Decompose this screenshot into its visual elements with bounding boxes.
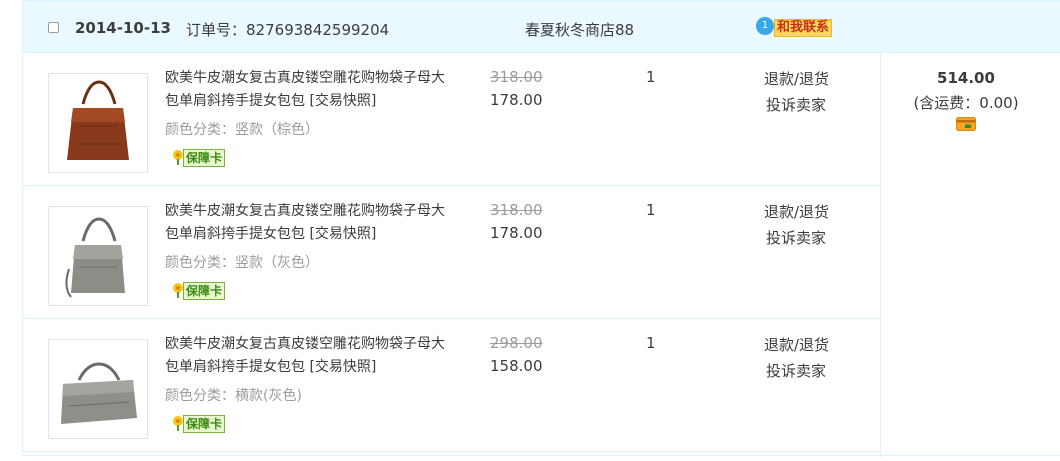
order-total: 514.00: [937, 69, 995, 87]
product-variant: 颜色分类：竖款（棕色）: [165, 122, 319, 138]
quantity: 1: [646, 68, 656, 86]
product-title: 欧美牛皮潮女复古真皮镂空雕花购物袋子母大包单肩斜挎手提女包包: [165, 336, 445, 375]
product-title: 欧美牛皮潮女复古真皮镂空雕花购物袋子母大包单肩斜挎手提女包包: [165, 203, 445, 242]
trade-snapshot-link[interactable]: [交易快照]: [309, 359, 376, 375]
contact-seller-label: 和我联系: [774, 19, 833, 37]
order-number: 订单号：827693842599204: [186, 19, 389, 40]
refund-return-link[interactable]: 退款/退货: [764, 68, 829, 89]
guarantee-card-label: 保障卡: [183, 415, 226, 433]
guarantee-card-label: 保障卡: [183, 282, 226, 300]
guarantee-card-badge[interactable]: 保障卡: [170, 147, 235, 167]
order-number-label: 订单号：: [186, 21, 247, 39]
product-title-link[interactable]: 欧美牛皮潮女复古真皮镂空雕花购物袋子母大包单肩斜挎手提女包包 [交易快照]: [165, 200, 455, 246]
order-items: 欧美牛皮潮女复古真皮镂空雕花购物袋子母大包单肩斜挎手提女包包 [交易快照] 颜色…: [23, 53, 880, 452]
order-header: 2014-10-13 订单号：827693842599204 春夏秋冬商店88 …: [23, 1, 1060, 53]
guarantee-card-badge[interactable]: 保障卡: [170, 413, 235, 433]
credit-card-icon[interactable]: [956, 117, 976, 131]
refund-return-link[interactable]: 退款/退货: [764, 334, 829, 355]
product-thumbnail[interactable]: [48, 206, 148, 306]
guarantee-card-label: 保障卡: [183, 149, 226, 167]
order-date: 2014-10-13: [75, 19, 171, 37]
shipping-fee: (含运费：0.00): [913, 94, 1019, 112]
order-item-row: 欧美牛皮潮女复古真皮镂空雕花购物袋子母大包单肩斜挎手提女包包 [交易快照] 颜色…: [23, 319, 880, 452]
order-card: 2014-10-13 订单号：827693842599204 春夏秋冬商店88 …: [22, 0, 1060, 457]
original-price: 318.00: [490, 201, 543, 219]
trade-snapshot-link[interactable]: [交易快照]: [309, 226, 376, 242]
product-title-link[interactable]: 欧美牛皮潮女复古真皮镂空雕花购物袋子母大包单肩斜挎手提女包包 [交易快照]: [165, 333, 455, 379]
original-price: 318.00: [490, 68, 543, 86]
order-item-row: 欧美牛皮潮女复古真皮镂空雕花购物袋子母大包单肩斜挎手提女包包 [交易快照] 颜色…: [23, 53, 880, 186]
gray-wide-bag-icon: [61, 362, 137, 424]
product-title: 欧美牛皮潮女复古真皮镂空雕花购物袋子母大包单肩斜挎手提女包包: [165, 70, 445, 109]
refund-return-link[interactable]: 退款/退货: [764, 201, 829, 222]
shop-name-link[interactable]: 春夏秋冬商店88: [525, 19, 634, 40]
product-thumbnail[interactable]: [48, 73, 148, 173]
order-summary: 514.00 (含运费：0.00): [880, 53, 1060, 457]
product-variant: 颜色分类：竖款（灰色）: [165, 255, 319, 271]
complain-seller-link[interactable]: 投诉卖家: [766, 360, 826, 381]
unit-price: 158.00: [490, 357, 543, 375]
quantity: 1: [646, 201, 656, 219]
complain-seller-link[interactable]: 投诉卖家: [766, 227, 826, 248]
unit-price: 178.00: [490, 91, 543, 109]
complain-seller-link[interactable]: 投诉卖家: [766, 94, 826, 115]
product-thumbnail[interactable]: [48, 339, 148, 439]
brown-tote-bag-icon: [67, 80, 129, 160]
guarantee-card-badge[interactable]: 保障卡: [170, 280, 235, 300]
product-title-link[interactable]: 欧美牛皮潮女复古真皮镂空雕花购物袋子母大包单肩斜挎手提女包包 [交易快照]: [165, 67, 455, 113]
chat-bubble-icon: 1: [756, 17, 774, 35]
order-checkbox[interactable]: [48, 22, 59, 33]
order-number-value: 827693842599204: [246, 21, 390, 39]
gray-tote-bag-icon: [65, 217, 125, 298]
original-price: 298.00: [490, 334, 543, 352]
trade-snapshot-link[interactable]: [交易快照]: [309, 93, 376, 109]
order-item-row: 欧美牛皮潮女复古真皮镂空雕花购物袋子母大包单肩斜挎手提女包包 [交易快照] 颜色…: [23, 186, 880, 319]
product-variant: 颜色分类：横款(灰色): [165, 388, 302, 404]
unit-price: 178.00: [490, 224, 543, 242]
quantity: 1: [646, 334, 656, 352]
